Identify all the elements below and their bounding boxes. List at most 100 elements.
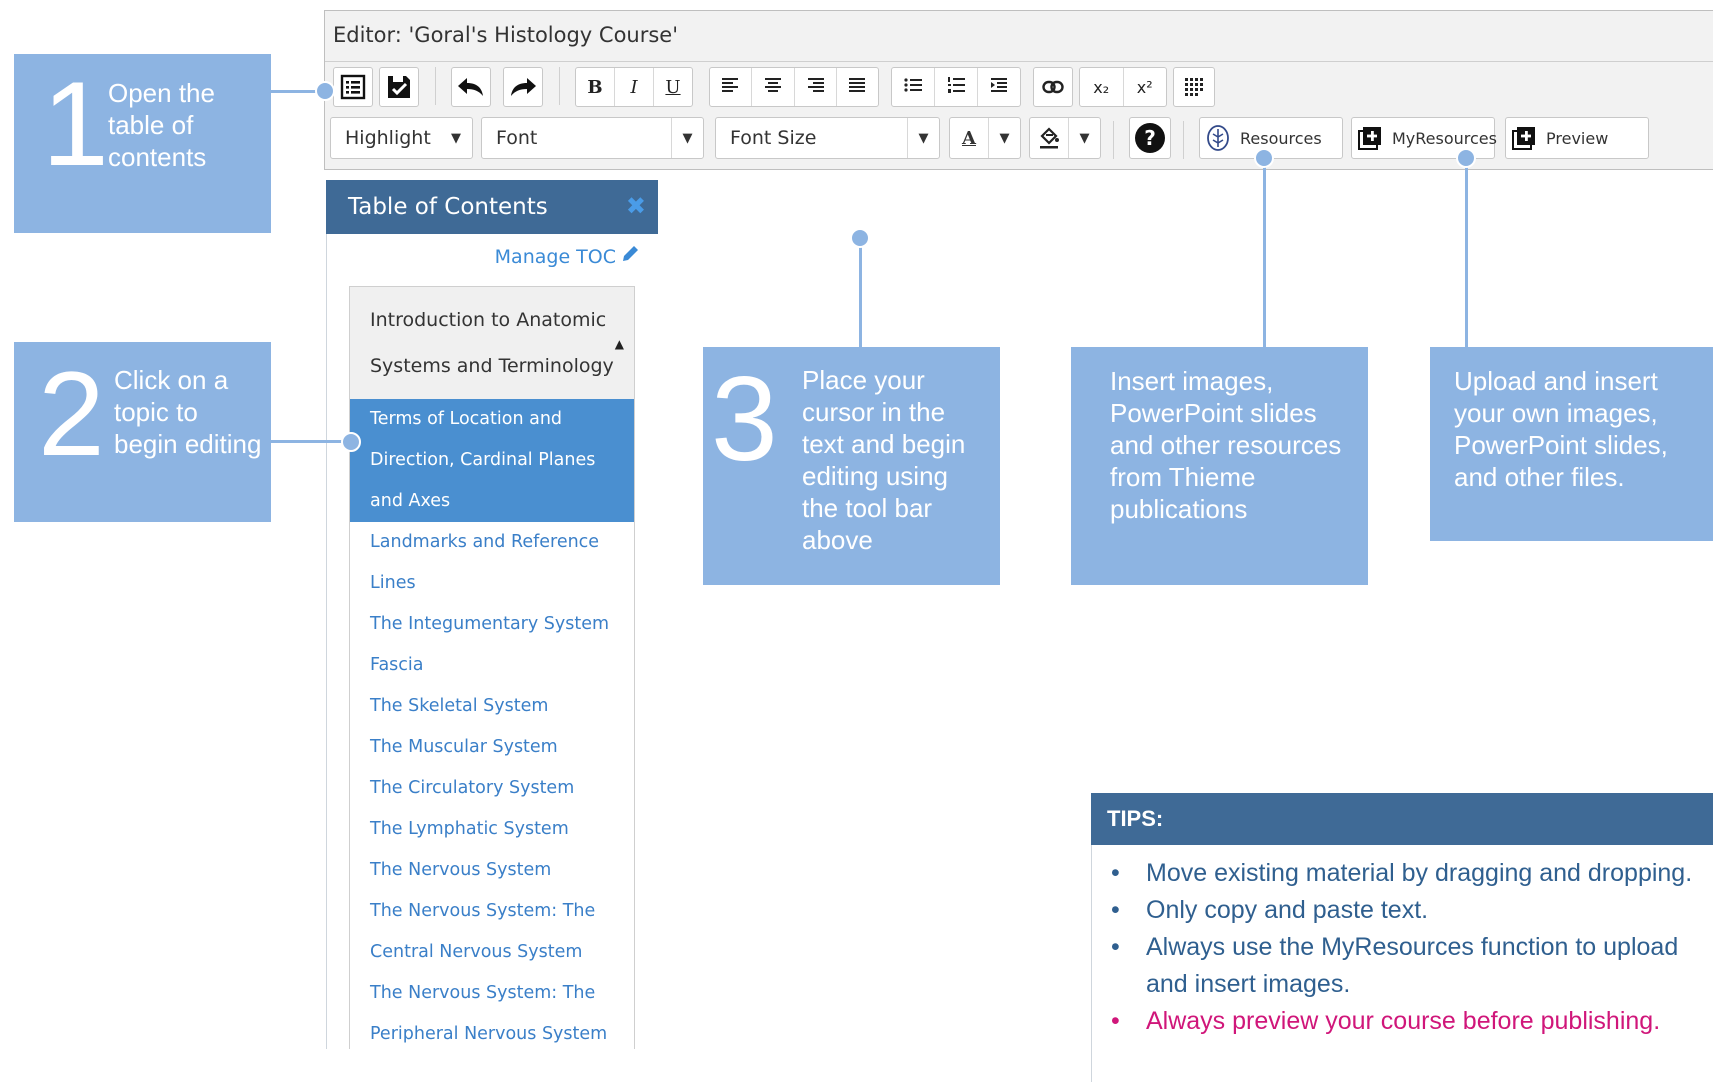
callout-text: Insert images, PowerPoint slides and oth…: [1110, 366, 1342, 524]
toc-list: Introduction to Anatomic Systems and Ter…: [349, 286, 635, 1049]
align-left-button[interactable]: [710, 68, 753, 106]
indent-button[interactable]: [978, 68, 1020, 106]
numbered-list-button[interactable]: [935, 68, 978, 106]
toc-item[interactable]: The Nervous System: The Peripheral Nervo…: [350, 973, 634, 1049]
editor-title: Editor: 'Goral's Histology Course': [333, 23, 679, 47]
add-box-icon: [1358, 126, 1382, 150]
toc-item[interactable]: The Skeletal System: [350, 686, 634, 727]
thieme-logo-icon: [1206, 125, 1230, 151]
callout-text: Click on a topic to begin editing: [114, 365, 262, 459]
toolbar-separator: [1113, 121, 1114, 159]
connector-dot: [315, 81, 335, 101]
alignment-group: [709, 67, 879, 107]
connector-dot: [850, 228, 870, 248]
toc-item[interactable]: The Integumentary System: [350, 604, 634, 645]
text-format-group: B I U: [575, 67, 693, 107]
tip-item: Only copy and paste text.: [1111, 892, 1713, 929]
chevron-down-icon: ▼: [1068, 118, 1100, 158]
toc-parent-item[interactable]: Introduction to Anatomic Systems and Ter…: [350, 287, 634, 399]
toc-item[interactable]: The Nervous System: [350, 850, 634, 891]
bold-button[interactable]: B: [576, 68, 615, 106]
link-icon: [1042, 80, 1064, 94]
font-size-dropdown-label: Font Size: [730, 127, 817, 149]
align-right-icon: [806, 77, 825, 98]
toolbar-separator: [559, 67, 560, 105]
connector-dot: [1456, 148, 1476, 168]
save-button[interactable]: [379, 67, 419, 107]
manage-toc-label: Manage TOC: [494, 245, 616, 268]
toc-title: Table of Contents: [348, 194, 548, 220]
align-right-button[interactable]: [795, 68, 837, 106]
connector-line: [859, 238, 862, 347]
numbered-list-icon: [947, 76, 965, 99]
align-center-icon: [764, 77, 782, 98]
font-dropdown-label: Font: [496, 127, 538, 149]
tip-item-highlight: Always preview your course before publis…: [1111, 1003, 1713, 1040]
indent-icon: [990, 77, 1008, 98]
list-group: [891, 67, 1021, 107]
undo-button[interactable]: [451, 67, 491, 107]
toolbar-separator: [1183, 121, 1184, 159]
subscript-button[interactable]: x₂: [1080, 68, 1124, 106]
connector-dot: [1254, 148, 1274, 168]
tip-item: Always use the MyResources function to u…: [1111, 929, 1713, 1003]
preview-button[interactable]: Preview: [1505, 117, 1649, 159]
toc-item[interactable]: Fascia: [350, 645, 634, 686]
superscript-button[interactable]: x²: [1124, 68, 1167, 106]
toc-item[interactable]: Terms of Location and Direction, Cardina…: [350, 399, 634, 522]
toc-item[interactable]: The Lymphatic System: [350, 809, 634, 850]
chevron-down-icon: ▼: [988, 118, 1020, 158]
toc-item[interactable]: The Nervous System: The Central Nervous …: [350, 891, 634, 973]
toc-panel: Manage TOC Introduction to Anatomic Syst…: [326, 234, 658, 1049]
highlight-dropdown[interactable]: Highlight ▼: [330, 117, 473, 159]
paint-bucket-icon: [1030, 127, 1068, 149]
add-box-icon: [1512, 126, 1536, 150]
pencil-icon: [620, 244, 640, 269]
bullet-list-icon: [904, 77, 922, 98]
callout-upload-resources: Upload and insert your own images, Power…: [1430, 347, 1713, 541]
callout-open-toc: 1 Open the table of contents: [14, 54, 271, 233]
font-dropdown[interactable]: Font ▼: [481, 117, 704, 159]
connector-line: [1465, 158, 1468, 347]
chevron-down-icon: ▼: [671, 118, 703, 158]
close-icon[interactable]: ✖: [626, 192, 646, 220]
callout-number: 3: [711, 352, 778, 486]
callout-number: 2: [38, 347, 105, 481]
callout-insert-resources: Insert images, PowerPoint slides and oth…: [1071, 347, 1368, 585]
toc-item[interactable]: Landmarks and Reference Lines: [350, 522, 634, 604]
undo-icon: [457, 76, 485, 98]
table-of-contents-icon: [340, 74, 366, 100]
callout-text: Place your cursor in the text and begin …: [802, 365, 966, 555]
callout-place-cursor: 3 Place your cursor in the text and begi…: [703, 347, 1000, 585]
help-button[interactable]: ?: [1129, 117, 1171, 159]
toc-toggle-button[interactable]: [333, 67, 373, 107]
bullet-list-button[interactable]: [892, 68, 935, 106]
caret-up-icon[interactable]: ▲: [615, 321, 624, 367]
italic-button[interactable]: I: [615, 68, 654, 106]
tips-list: Move existing material by dragging and d…: [1092, 845, 1713, 1040]
myresources-button-label: MyResources: [1392, 128, 1497, 148]
underline-button[interactable]: U: [654, 68, 692, 106]
callout-number: 1: [42, 57, 109, 191]
font-color-icon: A: [962, 127, 976, 149]
align-left-icon: [721, 77, 740, 98]
save-check-icon: [386, 74, 412, 100]
toc-item[interactable]: The Muscular System: [350, 727, 634, 768]
redo-button[interactable]: [503, 67, 543, 107]
link-button[interactable]: [1033, 67, 1073, 107]
manage-toc-link[interactable]: Manage TOC: [495, 244, 640, 269]
align-justify-button[interactable]: [837, 68, 878, 106]
font-color-dropdown[interactable]: A ▼: [949, 117, 1021, 159]
background-color-dropdown[interactable]: ▼: [1029, 117, 1101, 159]
align-justify-icon: [848, 77, 866, 98]
tips-header: TIPS:: [1091, 793, 1713, 845]
toc-parent-label: Introduction to Anatomic Systems and Ter…: [370, 309, 614, 377]
table-button[interactable]: [1173, 67, 1215, 107]
toc-item[interactable]: The Circulatory System: [350, 768, 634, 809]
table-grid-icon: [1184, 77, 1204, 97]
editor-divider: [325, 61, 1713, 62]
help-icon: ?: [1135, 123, 1165, 153]
align-center-button[interactable]: [752, 68, 795, 106]
font-size-dropdown[interactable]: Font Size ▼: [715, 117, 940, 159]
script-group: x₂ x²: [1079, 67, 1167, 107]
